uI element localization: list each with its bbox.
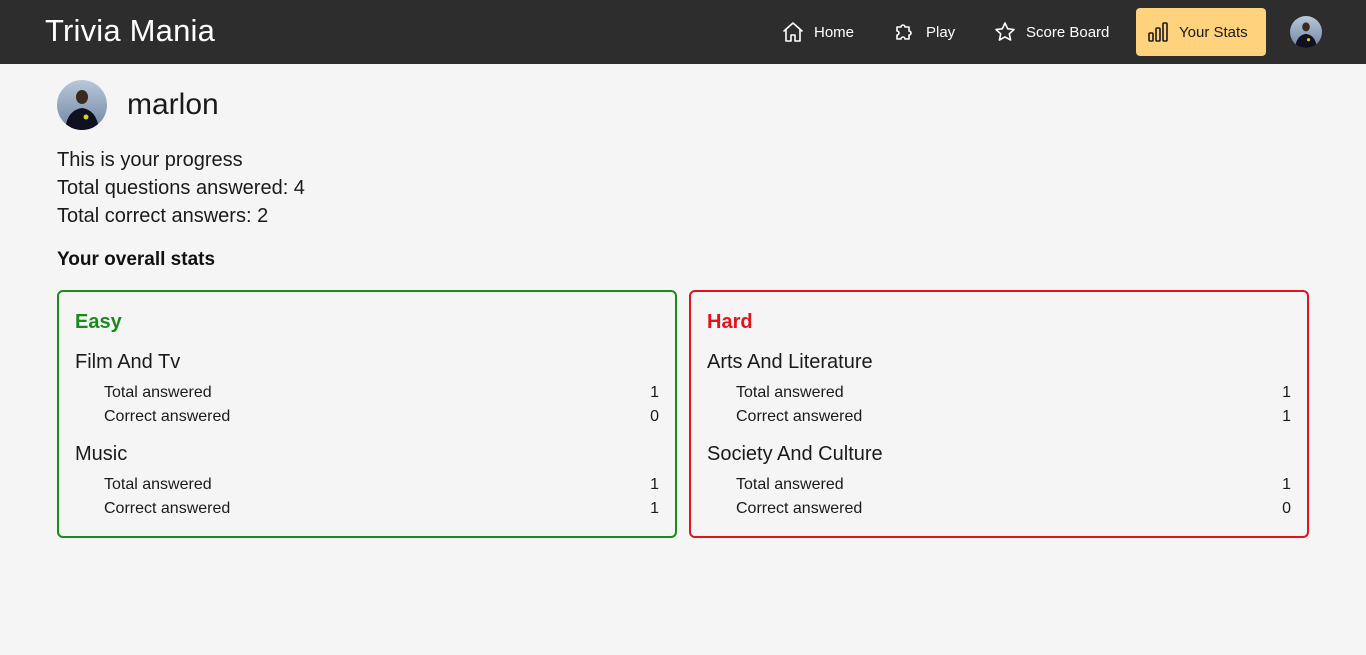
stat-value: 1 [1282,408,1291,425]
stat-value: 0 [650,408,659,425]
brand-title[interactable]: Trivia Mania [45,13,215,49]
hard-stats-card: Hard Arts And Literature Total answered … [689,290,1309,538]
stat-label: Total answered [736,384,844,401]
category-name: Film And Tv [75,351,181,373]
stat-row-correct: Correct answered 0 [736,500,1291,518]
overall-stats-title: Your overall stats [57,249,216,270]
profile-avatar [57,80,107,130]
avatar-image [57,80,107,130]
category-name: Society And Culture [707,443,883,465]
card-title-hard: Hard [707,311,753,333]
stat-row-correct: Correct answered 0 [104,408,659,426]
stat-row-total: Total answered 1 [104,476,659,494]
nav-your-stats[interactable]: Your Stats [1136,8,1266,56]
stat-label: Correct answered [736,408,863,425]
stat-label: Total answered [736,476,844,493]
stat-row-correct: Correct answered 1 [104,500,659,518]
progress-intro: This is your progress [57,149,243,171]
stat-value: 1 [650,384,659,401]
star-icon [995,22,1015,41]
bar-chart-icon [1148,22,1168,42]
stat-label: Correct answered [104,500,231,517]
stat-value: 1 [650,500,659,517]
stat-row-total: Total answered 1 [104,384,659,402]
stat-value: 1 [1282,476,1291,493]
stat-label: Total answered [104,476,212,493]
total-questions-answered: Total questions answered: 4 [57,177,305,199]
nav-score-board-label: Score Board [1026,23,1110,41]
username: marlon [127,88,219,121]
stat-label: Correct answered [736,500,863,517]
puzzle-icon [896,24,912,40]
top-navbar: Trivia Mania Home Play Score Board Your … [0,0,1366,64]
avatar-image [1290,16,1322,48]
stat-value: 0 [1282,500,1291,517]
nav-home-label: Home [814,23,855,41]
nav-play[interactable]: Play [883,8,965,56]
stat-row-total: Total answered 1 [736,476,1291,494]
stat-label: Correct answered [104,408,231,425]
total-correct-answers: Total correct answers: 2 [57,205,269,227]
stat-label: Total answered [104,384,212,401]
category-name: Arts And Literature [707,351,873,373]
easy-stats-card: Easy Film And Tv Total answered 1 Correc… [57,290,677,538]
stat-row-total: Total answered 1 [736,384,1291,402]
stat-row-correct: Correct answered 1 [736,408,1291,426]
nav-play-label: Play [926,23,956,41]
nav-your-stats-label: Your Stats [1179,23,1248,41]
stat-value: 1 [1282,384,1291,401]
home-icon [783,22,803,42]
nav-user-avatar[interactable] [1290,16,1322,48]
category-name: Music [75,443,128,465]
nav-score-board[interactable]: Score Board [983,8,1119,56]
card-title-easy: Easy [75,311,122,333]
stat-value: 1 [650,476,659,493]
nav-home[interactable]: Home [771,8,864,56]
